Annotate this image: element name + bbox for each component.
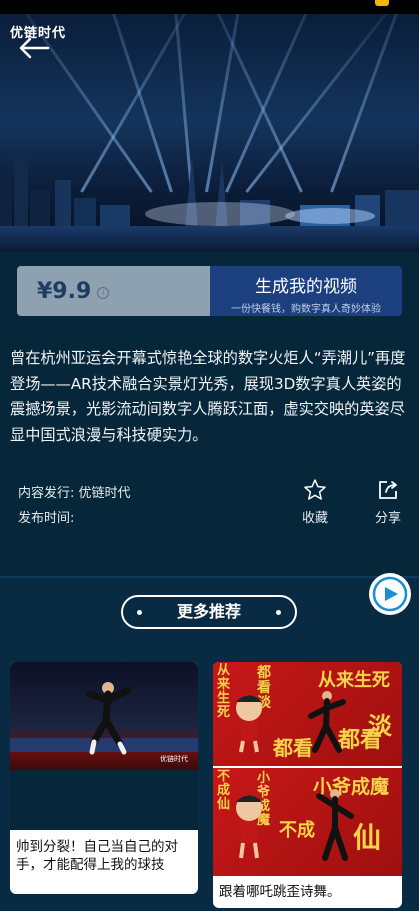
- share-button[interactable]: 分享: [371, 478, 405, 526]
- status-indicator: [375, 0, 389, 6]
- card-thumbnail-bottom: 不成仙 小爷成魔 不成 小爷成魔 仙: [213, 768, 402, 876]
- video-description: 曾在杭州亚运会开幕式惊艳全球的数字火炬人“弄潮儿”再度登场——AR技术融合实景灯…: [10, 349, 406, 444]
- calligraphy-text: 不成: [279, 820, 315, 841]
- more-recommend-button[interactable]: 更多推荐: [121, 595, 297, 629]
- play-icon: [372, 576, 408, 612]
- card-thumbnail-top: 从来生死 都看淡 都看 从来生死 都看 淡: [213, 662, 402, 766]
- generate-title: 生成我的视频: [255, 277, 357, 297]
- thumb-watermark: 优链时代: [160, 755, 188, 763]
- favorite-button[interactable]: 收藏: [298, 478, 332, 526]
- card-spacer: [10, 770, 198, 830]
- publish-time-label: 发布时间:: [18, 511, 75, 526]
- calligraphy-text: 仙: [353, 821, 382, 854]
- decor-dot: [137, 610, 142, 615]
- hero-video-banner[interactable]: 优链时代: [0, 14, 419, 252]
- card-thumbnail: 优链时代: [10, 662, 198, 770]
- nezha-figure: [236, 795, 262, 859]
- card-caption: 帅到分裂！自己当自己的对手，才能配得上我的球技: [16, 839, 178, 873]
- back-arrow-icon[interactable]: [12, 28, 52, 62]
- purchase-bar: ¥9.9 i 生成我的视频 一份快餐钱，购数字真人奇妙体验: [17, 266, 402, 316]
- nezha-figure: [236, 695, 262, 753]
- river-reflection: [0, 226, 419, 252]
- city-skyline: [0, 155, 419, 230]
- generate-subtitle: 一份快餐钱，购数字真人奇妙体验: [231, 304, 381, 315]
- favorite-label: 收藏: [301, 511, 328, 526]
- recommend-card[interactable]: 从来生死 都看淡 都看 从来生死 都看 淡 不成仙 小爷成魔 不成 小爷成魔 仙: [213, 662, 402, 908]
- dancer-figure: [316, 789, 354, 861]
- player-figure: [86, 682, 132, 755]
- card-caption: 跟着哪吒跳歪诗舞。: [219, 884, 341, 900]
- calligraphy-text: 淡: [368, 711, 392, 740]
- star-icon: [304, 479, 326, 500]
- publisher-label: 内容发行: 优链时代: [18, 486, 131, 501]
- info-icon[interactable]: i: [97, 287, 110, 299]
- price-box: ¥9.9 i: [17, 266, 210, 316]
- status-bar: [0, 0, 419, 14]
- more-recommend-label: 更多推荐: [176, 602, 241, 621]
- decor-dot: [276, 610, 281, 615]
- share-label: 分享: [374, 511, 401, 526]
- price-label: ¥9.9: [37, 278, 92, 304]
- share-icon: [379, 481, 397, 499]
- generate-video-button[interactable]: 生成我的视频 一份快餐钱，购数字真人奇妙体验: [210, 266, 402, 316]
- play-button[interactable]: [369, 573, 411, 615]
- recommend-card[interactable]: 优链时代 帅到分裂！自己当自己的对手，才能配得上我的球技: [10, 662, 198, 894]
- dancer-figure: [308, 691, 346, 753]
